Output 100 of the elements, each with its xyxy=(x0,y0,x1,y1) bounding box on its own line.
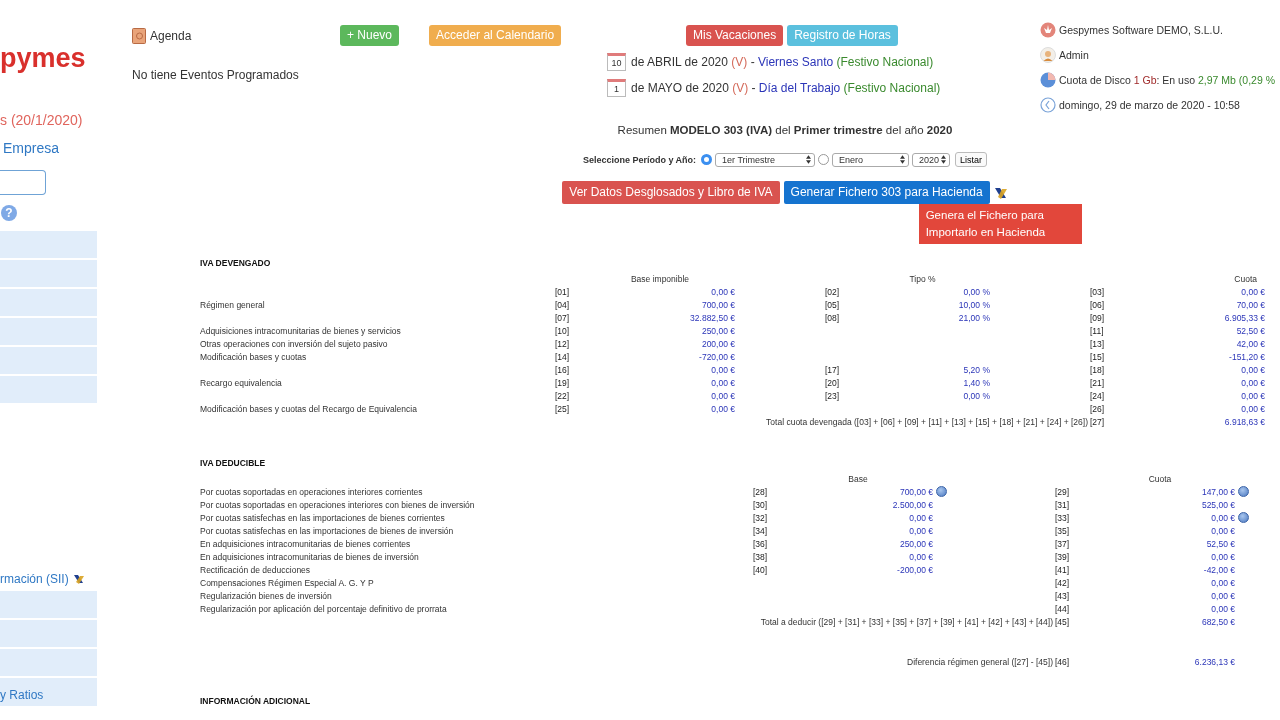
box-code: [36] xyxy=(753,538,769,549)
list-button[interactable]: Listar xyxy=(955,152,988,167)
row-label: Rectificación de deducciones xyxy=(200,564,312,575)
amount-cell-text: 147,00 € xyxy=(1200,486,1235,497)
menu-item[interactable] xyxy=(0,347,97,374)
row-label: Compensaciones Régimen Especial A. G. Y P xyxy=(200,577,375,588)
box-code: [38] xyxy=(753,551,769,562)
box-code: [45] xyxy=(1055,616,1071,627)
box-code: [41] xyxy=(1055,564,1071,575)
calendar-day-icon: 1 xyxy=(607,79,626,97)
action-button[interactable]: Ver Datos Desglosados y Libro de IVA xyxy=(562,181,780,204)
total-amount: 682,50 € xyxy=(1200,616,1235,627)
box-code: [27] xyxy=(1090,416,1106,427)
sii-link[interactable]: rmación (SII) xyxy=(0,572,69,586)
disk-quota-text: Cuota de Disco 1 Gb: En uso 2,97 Mb (0,29 % xyxy=(1059,74,1275,86)
period-label: Seleccione Período y Año: xyxy=(582,154,697,165)
address-book-icon xyxy=(132,27,146,44)
row-label: Recargo equivalencia xyxy=(200,377,283,388)
box-code: [09] xyxy=(1090,312,1106,323)
amount-cell-text: 0,00 € xyxy=(1210,590,1235,601)
info-icon[interactable] xyxy=(1238,486,1249,497)
amount-cell-text: 32.882,50 € xyxy=(689,312,735,323)
rate-cell-text: 5,20 % xyxy=(962,364,990,375)
box-code: [29] xyxy=(1055,486,1071,497)
agenda-title: Agenda xyxy=(150,28,192,43)
difference-label: Diferencia régimen general ([27] - [45]) xyxy=(906,656,1054,667)
amount-cell-text: 0,00 € xyxy=(1240,364,1265,375)
user-name: Admin xyxy=(1059,49,1089,61)
new-button[interactable]: + Nuevo xyxy=(340,25,400,46)
year-select[interactable]: 2020 xyxy=(912,152,951,167)
action-button[interactable]: Generar Fichero 303 para Hacienda xyxy=(783,181,990,204)
section-heading: INFORMACIÓN ADICIONAL xyxy=(200,696,312,706)
period-select[interactable]: Enero xyxy=(832,152,910,167)
row-label: Otras operaciones con inversión del sujeto pasivo xyxy=(200,338,389,349)
row-label: Modificación bases y cuotas del Recargo de Equivalencia xyxy=(200,403,418,414)
box-code: [11] xyxy=(1090,325,1105,336)
menu-item[interactable] xyxy=(0,649,97,676)
period-radio[interactable] xyxy=(818,154,830,165)
amount-cell-text: 250,00 € xyxy=(898,538,933,549)
menu-item[interactable] xyxy=(0,376,97,403)
box-code: [10] xyxy=(555,325,571,336)
box-code: [12] xyxy=(555,338,571,349)
total-label: Total cuota devengada ([03] + [06] + [09] + [11] + [13] + [15] + [18] + [21] + [24] + [26]) xyxy=(765,416,1089,427)
amount-cell-text: 0,00 € xyxy=(1210,551,1235,562)
box-code: [18] xyxy=(1090,364,1106,375)
emblem-icon xyxy=(72,573,85,585)
box-code: [31] xyxy=(1055,499,1071,510)
box-code: [22] xyxy=(555,390,571,401)
row-label: En adquisiciones intracomunitarias de bienes de inversión xyxy=(200,551,420,562)
emblem-icon[interactable] xyxy=(993,185,1008,200)
input-field[interactable] xyxy=(0,170,46,195)
header-button[interactable]: Mis Vacaciones xyxy=(686,25,784,46)
period-radio[interactable] xyxy=(701,154,713,165)
menu-item[interactable]: y Ratios xyxy=(0,678,97,706)
menu-item[interactable] xyxy=(0,289,97,316)
section-heading: IVA DEVENGADO xyxy=(200,258,272,268)
box-code: [40] xyxy=(753,564,769,575)
amount-cell-text: 0,00 € xyxy=(1240,286,1265,297)
menu-item[interactable] xyxy=(0,591,97,618)
amount-cell-text: -151,20 € xyxy=(1228,351,1265,362)
menu-item[interactable] xyxy=(0,620,97,647)
box-code: [07] xyxy=(555,312,571,323)
amount-cell-text: -200,00 € xyxy=(896,564,933,575)
box-code: [03] xyxy=(1090,286,1106,297)
amount-cell-text: 0,00 € xyxy=(908,512,933,523)
amount-cell-text: 0,00 € xyxy=(1240,390,1265,401)
box-code: [21] xyxy=(1090,377,1106,388)
amount-cell-text: 0,00 € xyxy=(1210,512,1235,523)
help-icon[interactable]: ? xyxy=(1,205,17,221)
period-select[interactable]: 1er Trimestre xyxy=(715,152,816,167)
box-code: [37] xyxy=(1055,538,1071,549)
column-header: Cuota xyxy=(1147,473,1173,484)
column-header: Tipo % xyxy=(908,273,937,284)
menu-item[interactable] xyxy=(0,260,97,287)
amount-cell-text: 2.500,00 € xyxy=(891,499,933,510)
amount-cell-text: 200,00 € xyxy=(700,338,735,349)
amount-cell-text: 42,00 € xyxy=(1235,338,1265,349)
box-code: [13] xyxy=(1090,338,1106,349)
row-label: Por cuotas soportadas en operaciones interiores con bienes de inversión xyxy=(200,499,476,510)
menu-item[interactable] xyxy=(0,231,97,258)
summary-title: Resumen MODELO 303 (IVA) del Primer trimestre del año 2020 xyxy=(616,124,954,136)
caret-icon xyxy=(806,155,812,164)
company-link[interactable]: Empresa xyxy=(0,140,97,156)
column-header: Base xyxy=(847,473,869,484)
company-icon xyxy=(1040,22,1056,38)
info-icon[interactable] xyxy=(936,486,947,497)
menu-item[interactable] xyxy=(0,318,97,345)
version-text: s (20/1/2020) xyxy=(0,112,84,128)
holiday-text: de ABRIL de 2020 (V) - Viernes Santo (Festivo Nacional) xyxy=(631,55,934,69)
box-code: [14] xyxy=(555,351,571,362)
empty-events-text: No tiene Eventos Programados xyxy=(132,68,300,82)
box-code: [26] xyxy=(1090,403,1106,414)
rate-cell-text: 10,00 % xyxy=(957,299,990,310)
box-code: [33] xyxy=(1055,512,1071,523)
amount-cell-text: 0,00 € xyxy=(710,286,735,297)
difference-amount: 6.236,13 € xyxy=(1193,656,1235,667)
box-code: [19] xyxy=(555,377,571,388)
info-icon[interactable] xyxy=(1238,512,1249,523)
amount-cell-text: 700,00 € xyxy=(700,299,735,310)
box-code: [46] xyxy=(1055,656,1071,667)
